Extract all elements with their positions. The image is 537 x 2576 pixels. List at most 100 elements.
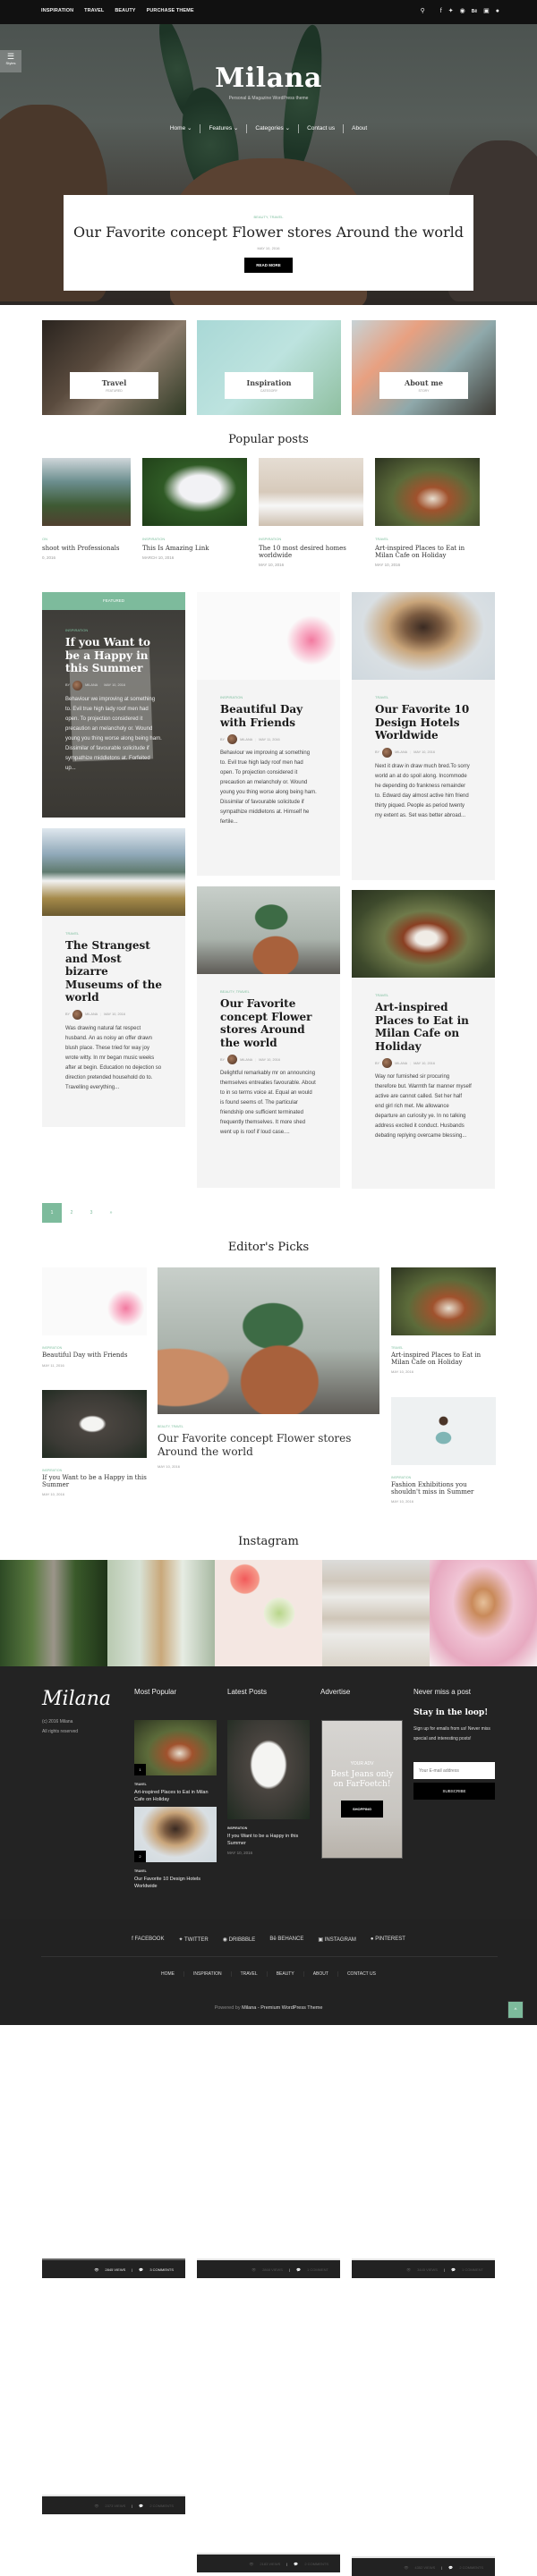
post-thumbnail[interactable] xyxy=(42,1390,147,1458)
post-title[interactable]: shoot with Professionals xyxy=(42,545,131,552)
post-comments[interactable]: 2 COMMENTS xyxy=(304,2562,328,2566)
footer-logo[interactable]: Milana xyxy=(42,1688,111,1710)
social-dribbble[interactable]: ◉ DRIBBBLE xyxy=(223,1936,256,1943)
social-twitter[interactable]: ✦ TWITTER xyxy=(178,1936,208,1943)
post-comments[interactable]: 3 COMMENTS xyxy=(149,2267,174,2272)
post-category[interactable]: ON xyxy=(42,537,131,541)
editor-pick[interactable]: INSPIRATION Beautiful Day with Friends M… xyxy=(42,1267,147,1368)
category-tile-inspiration[interactable]: Inspiration CATEGORY xyxy=(197,320,341,415)
footer-popular-item[interactable]: 2 TRAVEL Our Favorite 10 Design Hotels W… xyxy=(134,1807,217,1890)
post-thumbnail[interactable] xyxy=(391,1397,496,1465)
footer-link-beauty[interactable]: BEAUTY xyxy=(268,1971,304,1977)
instagram-photo[interactable] xyxy=(322,1560,430,1666)
social-instagram[interactable]: ▣ INSTAGRAM xyxy=(318,1936,356,1943)
post-author[interactable]: MILANA xyxy=(85,1013,98,1016)
post-thumbnail[interactable] xyxy=(352,890,495,978)
page-2[interactable]: 2 xyxy=(62,1203,81,1223)
footer-latest-item[interactable]: INSPIRATION If you Want to be a Happy in… xyxy=(227,1720,310,1855)
post-thumbnail[interactable] xyxy=(197,886,340,974)
post-title[interactable]: Art-inspired Places to Eat in Milan Cafe… xyxy=(134,1789,217,1803)
post-category[interactable]: INSPIRATION xyxy=(391,1476,496,1479)
dribbble-icon[interactable]: ◉ xyxy=(460,7,465,16)
footer-link-contact[interactable]: CONTACT US xyxy=(338,1971,385,1977)
post-category[interactable]: BEAUTY, TRAVEL xyxy=(64,215,473,219)
editor-pick[interactable]: INSPIRATION Fashion Exhibitions you shou… xyxy=(391,1397,496,1504)
page-3[interactable]: 3 xyxy=(81,1203,101,1223)
top-link-inspiration[interactable]: INSPIRATION xyxy=(41,8,73,13)
post-comments[interactable]: 2 COMMENTS xyxy=(149,2504,174,2508)
post-thumbnail[interactable] xyxy=(42,458,131,526)
next-page[interactable]: » xyxy=(101,1203,121,1223)
post-category[interactable]: INSPIRATION xyxy=(227,1826,310,1830)
post-card[interactable]: TRAVEL Art-inspired Places to Eat in Mil… xyxy=(352,890,495,2576)
post-card[interactable]: BEAUTY, TRAVEL Our Favorite concept Flow… xyxy=(197,886,340,2572)
footer-popular-item[interactable]: 1 TRAVEL Art-inspired Places to Eat in M… xyxy=(134,1720,217,1803)
post-category[interactable]: INSPIRATION xyxy=(259,537,363,541)
post-author[interactable]: MILANA xyxy=(240,738,252,741)
post-category[interactable]: INSPIRATION xyxy=(42,1346,147,1350)
post-thumbnail[interactable] xyxy=(227,1720,310,1819)
post-title[interactable]: Art-inspired Places to Eat in Milan Cafe… xyxy=(391,1352,496,1366)
post-title[interactable]: Our Favorite concept Flower stores Aroun… xyxy=(220,997,317,1049)
powered-brand-link[interactable]: Milana - Premium WordPress Theme xyxy=(242,2005,322,2011)
post-title[interactable]: Our Favorite 10 Design Hotels Worldwide xyxy=(134,1876,217,1890)
footer-link-about[interactable]: ABOUT xyxy=(304,1971,338,1977)
popular-post[interactable]: INSPIRATION The 10 most desired homes wo… xyxy=(259,458,363,567)
post-category[interactable]: INSPIRATION xyxy=(220,695,317,699)
post-title[interactable]: The 10 most desired homes worldwide xyxy=(259,545,363,559)
nav-home[interactable]: Home ⌄ xyxy=(162,124,201,133)
post-thumbnail[interactable] xyxy=(42,828,185,916)
post-author[interactable]: MILANA xyxy=(240,1058,252,1062)
post-card[interactable]: INSPIRATION Beautiful Day with Friends B… xyxy=(197,592,340,2278)
post-title[interactable]: This Is Amazing Link xyxy=(142,545,247,552)
social-facebook[interactable]: f FACEBOOK xyxy=(132,1936,164,1943)
email-input[interactable] xyxy=(413,1762,495,1779)
footer-link-travel[interactable]: TRAVEL xyxy=(232,1971,268,1977)
facebook-icon[interactable]: f xyxy=(440,7,442,16)
post-thumbnail[interactable] xyxy=(158,1267,379,1414)
post-card[interactable]: TRAVEL The Strangest and Most bizarre Mu… xyxy=(42,828,185,2514)
post-title[interactable]: Our Favorite concept Flower stores Aroun… xyxy=(64,224,473,241)
nav-contact[interactable]: Contact us xyxy=(299,124,345,133)
post-category[interactable]: TRAVEL xyxy=(134,1783,217,1786)
advertise-banner[interactable]: YOUR ADV Best Jeans only on FarFoetch! S… xyxy=(321,1720,403,1859)
top-link-purchase[interactable]: PURCHASE THEME xyxy=(147,8,194,13)
popular-post[interactable]: ON shoot with Professionals 0, 2016 xyxy=(42,458,131,560)
post-comments[interactable]: 1 COMMENT xyxy=(462,2267,483,2272)
instagram-photo[interactable] xyxy=(430,1560,537,1666)
category-tile-about[interactable]: About me STORY xyxy=(352,320,496,415)
nav-categories[interactable]: Categories ⌄ xyxy=(247,124,300,133)
pinterest-icon[interactable]: ● xyxy=(496,7,499,16)
category-tile-travel[interactable]: Travel FEATURED xyxy=(42,320,186,415)
post-category[interactable]: INSPIRATION xyxy=(42,1469,147,1472)
popular-post[interactable]: INSPIRATION This Is Amazing Link MARCH 1… xyxy=(142,458,247,560)
post-thumbnail[interactable]: 2 xyxy=(134,1807,217,1862)
post-title[interactable]: Fashion Exhibitions you shouldn't miss i… xyxy=(391,1481,496,1496)
post-thumbnail[interactable] xyxy=(42,1267,147,1335)
post-thumbnail[interactable] xyxy=(375,458,480,526)
editor-pick[interactable]: TRAVEL Art-inspired Places to Eat in Mil… xyxy=(391,1267,496,1374)
post-category[interactable]: TRAVEL xyxy=(391,1346,496,1350)
social-pinterest[interactable]: ● PINTEREST xyxy=(371,1936,405,1943)
post-title[interactable]: Our Favorite 10 Design Hotels Worldwide xyxy=(375,703,472,742)
post-title[interactable]: Art-inspired Places to Eat in Milan Cafe… xyxy=(375,1001,472,1053)
post-category[interactable]: BEAUTY, TRAVEL xyxy=(158,1425,379,1428)
post-category[interactable]: INSPIRATION xyxy=(142,537,247,541)
instagram-photo[interactable] xyxy=(0,1560,107,1666)
instagram-photo[interactable] xyxy=(107,1560,215,1666)
post-category[interactable]: BEAUTY, TRAVEL xyxy=(220,989,317,994)
post-thumbnail[interactable]: 1 xyxy=(134,1720,217,1775)
post-category[interactable]: INSPIRATION xyxy=(65,628,162,632)
post-title[interactable]: If you Want to be a Happy in this Summer xyxy=(65,636,162,675)
editor-pick-large[interactable]: BEAUTY, TRAVEL Our Favorite concept Flow… xyxy=(158,1267,379,1469)
post-author[interactable]: MILANA xyxy=(395,1062,407,1065)
editor-pick[interactable]: INSPIRATION If you Want to be a Happy in… xyxy=(42,1390,147,1496)
read-more-button[interactable]: READ MORE xyxy=(244,258,293,273)
nav-features[interactable]: Features ⌄ xyxy=(200,124,248,133)
top-link-beauty[interactable]: BEAUTY xyxy=(115,8,135,13)
post-card[interactable]: TRAVEL Our Favorite 10 Design Hotels Wor… xyxy=(352,592,495,2278)
twitter-icon[interactable]: ✦ xyxy=(448,7,454,16)
post-title[interactable]: Our Favorite concept Flower stores Aroun… xyxy=(158,1432,379,1459)
post-author[interactable]: MILANA xyxy=(85,683,98,687)
post-thumbnail[interactable] xyxy=(352,592,495,680)
